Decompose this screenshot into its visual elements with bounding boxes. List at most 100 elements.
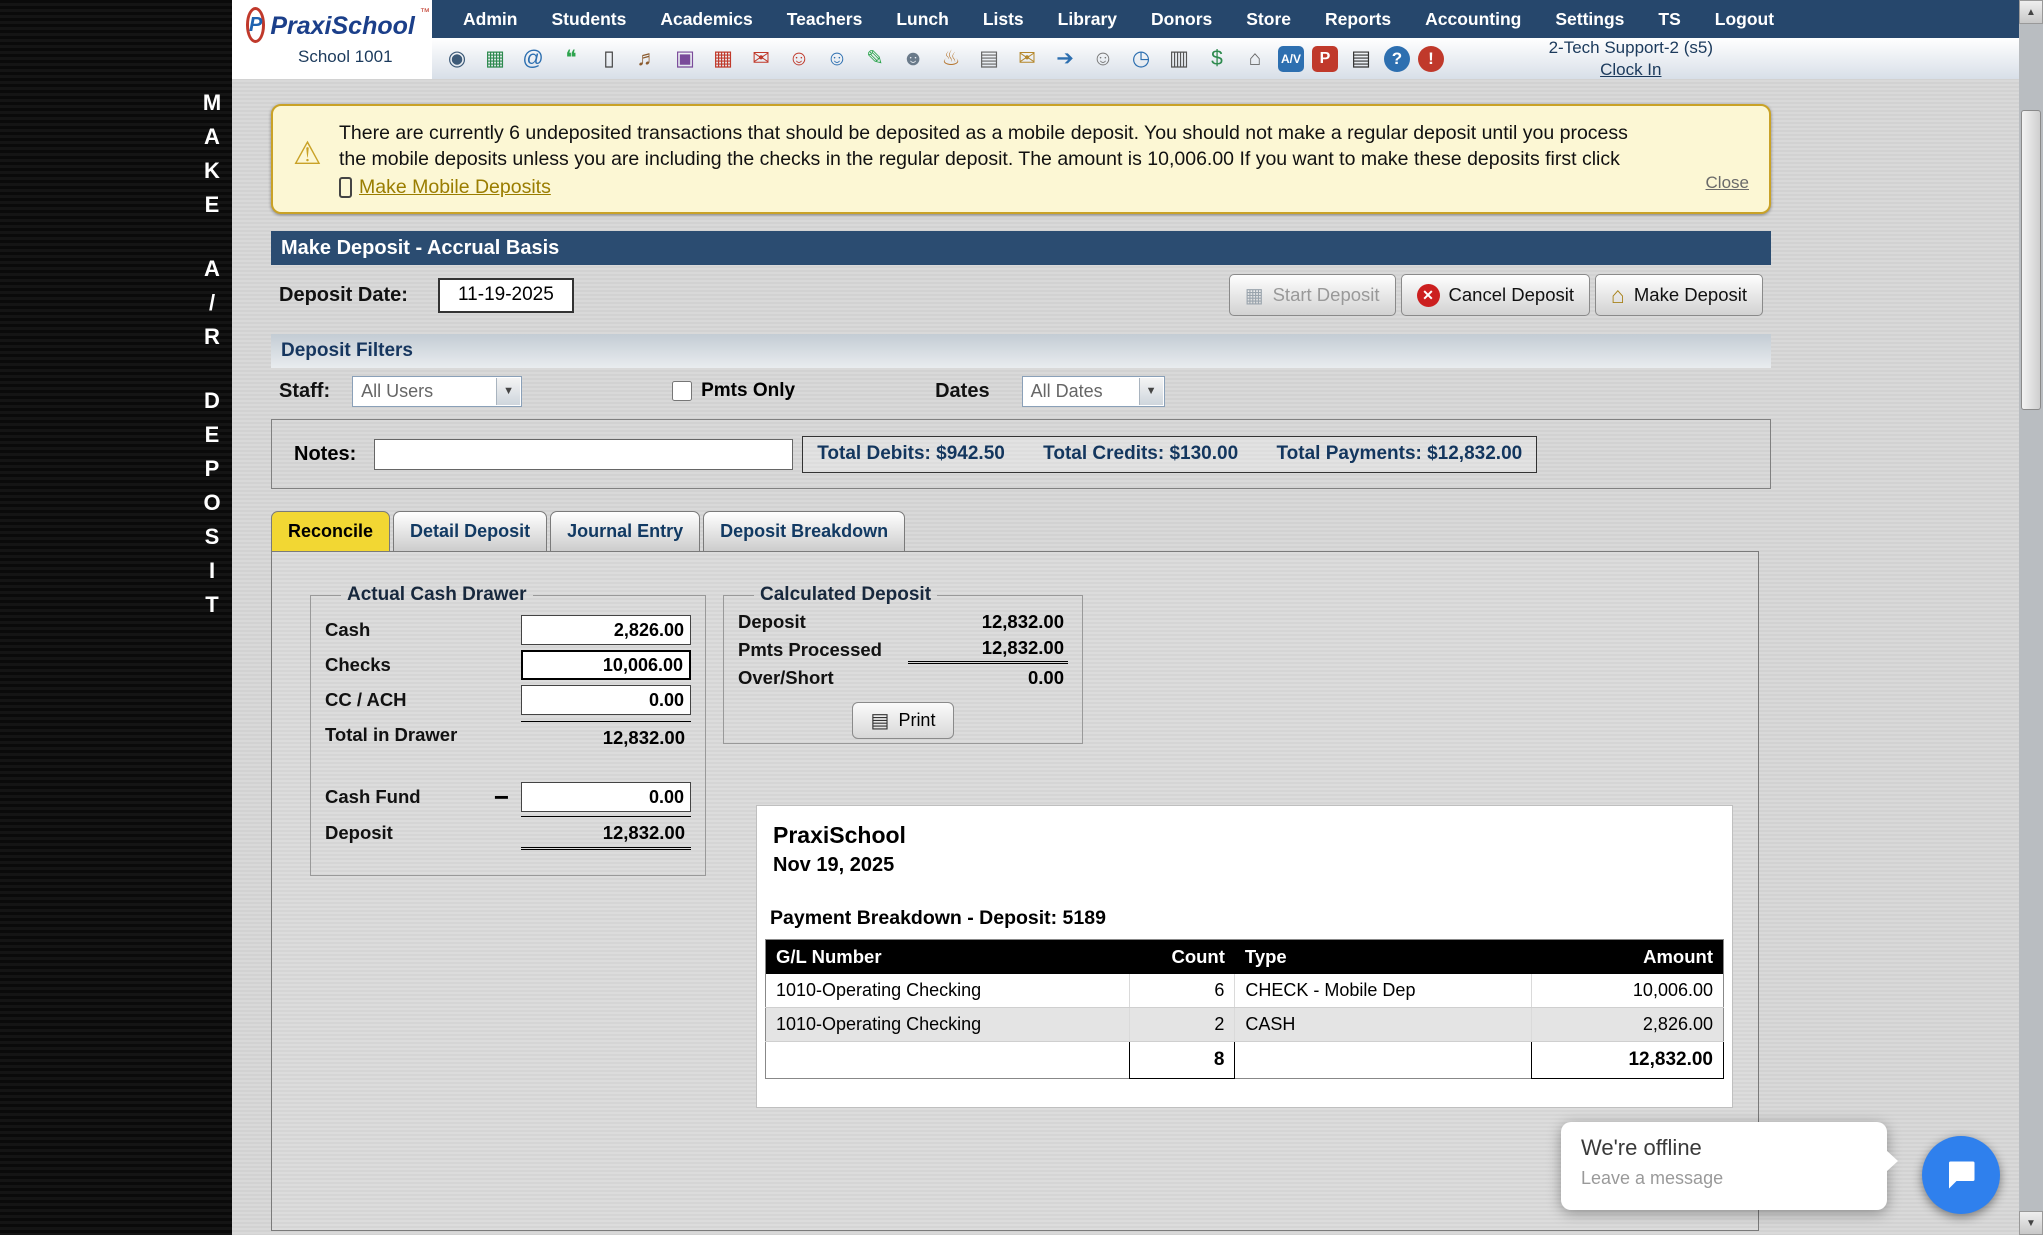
search-icon[interactable]: ◉ [442,44,472,74]
gl-number-header: G/L Number [766,940,1130,975]
totals-summary: Total Debits: $942.50 Total Credits: $13… [802,436,1537,473]
vertical-scrollbar[interactable]: ▲ ▼ [2019,0,2043,1235]
nav-item-reports[interactable]: Reports [1308,9,1408,30]
calendar-grid-icon[interactable]: ▦ [480,44,510,74]
nav-item-donors[interactable]: Donors [1134,9,1229,30]
cc-ach-input[interactable] [521,685,691,715]
calc-deposit-value: 12,832.00 [908,611,1068,633]
tab-detail-deposit[interactable]: Detail Deposit [393,511,547,551]
tab-reconcile[interactable]: Reconcile [271,511,390,551]
deposit-report: PraxiSchool Nov 19, 2025 Payment Breakdo… [756,805,1733,1108]
nav-item-settings[interactable]: Settings [1538,9,1641,30]
tab-journal-entry[interactable]: Journal Entry [550,511,700,551]
rail-word-make: MAKE [198,86,226,222]
nav-item-students[interactable]: Students [534,9,643,30]
envelope-gold-icon[interactable]: ✉ [1012,44,1042,74]
printer-icon[interactable]: ▤ [1346,44,1376,74]
calendar-red-icon[interactable]: ▦ [708,44,738,74]
breakdown-table-body: 1010-Operating Checking6CHECK - Mobile D… [766,974,1724,1042]
nav-item-ts[interactable]: TS [1641,9,1697,30]
check-print-icon[interactable]: ⌂ [1240,44,1270,74]
notes-label: Notes: [294,443,356,466]
clipboard-icon[interactable]: ▤ [974,44,1004,74]
help-icon[interactable]: ? [1384,46,1410,72]
speaker-icon[interactable]: ♬ [632,44,662,74]
mobile-phone-icon[interactable]: ▯ [594,44,624,74]
chat-status: We're offline [1581,1135,1867,1161]
nav-item-academics[interactable]: Academics [643,9,769,30]
nav-item-lists[interactable]: Lists [966,9,1041,30]
pmts-only-label: Pmts Only [701,380,795,402]
checks-input[interactable] [521,650,691,680]
cash-label: Cash [325,619,370,641]
page-title: Make Deposit - Accrual Basis [271,231,1771,265]
deposit-date-label: Deposit Date: [279,284,408,307]
chat-icon[interactable]: ❝ [556,44,586,74]
icon-bar: ◉▦@❝▯♬▣▦✉☺☺✎☻♨▤✉➔☺◷▥$⌂A/VP▤?! 2-Tech Sup… [432,38,2019,79]
newsletter-icon[interactable]: ▥ [1164,44,1194,74]
total-amount: 12,832.00 [1532,1042,1724,1079]
cash-drawer-legend: Actual Cash Drawer [341,584,533,606]
clock-icon[interactable]: ◷ [1126,44,1156,74]
lunch-icon[interactable]: ♨ [936,44,966,74]
family-icon[interactable]: ☻ [898,44,928,74]
alert-icon[interactable]: ! [1418,46,1444,72]
person-icon[interactable]: ☺ [1088,44,1118,74]
student-blue-icon[interactable]: ☺ [822,44,852,74]
note-icon[interactable]: ✎ [860,44,890,74]
table-total-row: 8 12,832.00 [766,1042,1724,1079]
nav-item-logout[interactable]: Logout [1698,9,1791,30]
scroll-down-arrow[interactable]: ▼ [2019,1211,2043,1235]
clock-in-link[interactable]: Clock In [1600,60,1661,79]
nav-item-store[interactable]: Store [1229,9,1308,30]
dates-select-value: All Dates [1031,381,1103,402]
table-row: 1010-Operating Checking2CASH2,826.00 [766,1008,1724,1042]
pdf-icon[interactable]: P [1312,46,1338,72]
start-deposit-button[interactable]: ▦ Start Deposit [1229,274,1396,316]
send-mail-icon[interactable]: ➔ [1050,44,1080,74]
mail-alert-icon[interactable]: ✉ [746,44,776,74]
printer-icon: ▤ [871,708,890,733]
notes-input[interactable] [374,439,793,470]
cc-ach-label: CC / ACH [325,689,407,711]
top-nav: AdminStudentsAcademicsTeachersLunchLists… [432,0,2019,38]
staff-select-value: All Users [361,381,433,402]
chat-launcher-button[interactable] [1922,1136,2000,1214]
pmts-only-checkbox[interactable] [672,381,692,401]
scroll-up-arrow[interactable]: ▲ [2019,0,2043,24]
make-deposit-button[interactable]: ⌂ Make Deposit [1595,274,1763,316]
av-icon[interactable]: A/V [1278,46,1304,72]
nav-item-library[interactable]: Library [1041,9,1134,30]
cash-input[interactable] [521,615,691,645]
cancel-deposit-button[interactable]: ✕ Cancel Deposit [1401,274,1590,316]
email-at-icon[interactable]: @ [518,44,548,74]
close-warning-link[interactable]: Close [1706,170,1749,196]
tab-deposit-breakdown[interactable]: Deposit Breakdown [703,511,905,551]
chat-offline-bubble[interactable]: We're offline Leave a message [1561,1122,1887,1210]
print-button[interactable]: ▤ Print [852,702,955,739]
payments-icon[interactable]: $ [1202,44,1232,74]
logo[interactable]: PraxiSchool ™ School 1001 [232,0,432,79]
total-debits: Total Debits: $942.50 [817,443,1005,465]
cash-fund-input[interactable] [521,782,691,812]
cancel-deposit-label: Cancel Deposit [1449,284,1574,306]
scrollbar-thumb[interactable] [2021,110,2041,410]
student-red-icon[interactable]: ☺ [784,44,814,74]
calculated-deposit-fieldset: Calculated Deposit Deposit 12,832.00 Pmt… [723,584,1083,744]
praxischool-logo-icon [246,7,265,43]
deposit-total-value: 12,832.00 [521,816,691,850]
chat-bubble-icon [1943,1157,1979,1193]
dates-select[interactable]: All Dates ▼ [1022,376,1165,407]
photo-icon[interactable]: ▣ [670,44,700,74]
nav-item-admin[interactable]: Admin [446,9,534,30]
nav-item-accounting[interactable]: Accounting [1408,9,1538,30]
nav-item-teachers[interactable]: Teachers [770,9,880,30]
make-mobile-deposits-link[interactable]: Make Mobile Deposits [359,174,551,200]
nav-item-lunch[interactable]: Lunch [879,9,966,30]
icon-toolbar: ◉ ▦ @ ❝ ▯ ♬ ▣ ▦ ✉ ☺ ☺ ✎ ☻ ♨ ▤ ✉ ➔ ☺ ◷ ▥ $ ⌂ A/V P ▤?! [442,44,1444,74]
staff-select[interactable]: All Users ▼ [352,376,522,407]
calculated-deposit-legend: Calculated Deposit [754,584,937,606]
mobile-phone-icon [339,177,352,198]
deposit-date-input[interactable] [438,278,574,313]
make-deposit-label: Make Deposit [1634,284,1747,306]
